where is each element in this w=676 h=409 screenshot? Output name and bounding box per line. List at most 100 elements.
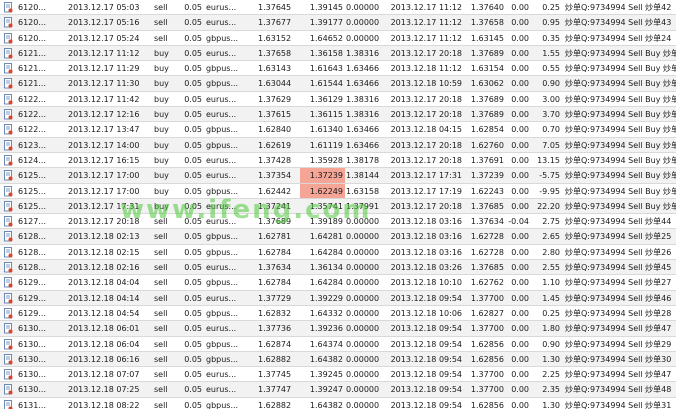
commission-cell: 0.00 bbox=[511, 155, 529, 165]
symbol-cell: eurus... bbox=[206, 48, 237, 58]
table-row[interactable]: 6131... 2013.12.18 08:22 sell 0.05 gbpus... 1… bbox=[0, 397, 676, 409]
table-row[interactable]: 6122... 2013.12.17 12:16 buy 0.05 eurus... 1.… bbox=[0, 107, 676, 123]
stop-loss-cell: 1.39229 bbox=[309, 293, 343, 303]
table-row[interactable]: 6129... 2013.12.18 04:14 sell 0.05 eurus... 1… bbox=[0, 290, 676, 306]
comment-cell: 炒单Q:9734994 Sell Buy 炒单 bbox=[565, 125, 676, 135]
take-profit-cell: 1.38316 bbox=[346, 94, 379, 104]
table-row[interactable]: 6120... 2013.12.17 05:03 sell 0.05 eurus... 1… bbox=[0, 0, 676, 16]
volume-cell: 0.05 bbox=[184, 186, 202, 196]
comment-cell: 炒单Q:9734994 Sell 炒单24 bbox=[565, 33, 672, 43]
open-time-cell: 2013.12.17 11:30 bbox=[68, 79, 140, 89]
profit-cell: 0.55 bbox=[542, 64, 560, 74]
type-cell: buy bbox=[154, 48, 169, 58]
table-row[interactable]: 6121... 2013.12.17 11:30 buy 0.05 gbpus... 1.… bbox=[0, 76, 676, 92]
table-row[interactable]: 6130... 2013.12.18 07:25 sell 0.05 eurus... 1… bbox=[0, 382, 676, 398]
comment-cell: 炒单Q:9734994 Sell 炒单29 bbox=[565, 339, 672, 349]
open-time-cell: 2013.12.17 11:12 bbox=[68, 48, 140, 58]
table-row[interactable]: 6121... 2013.12.17 11:29 buy 0.05 gbpus... 1.… bbox=[0, 61, 676, 77]
type-cell: buy bbox=[154, 94, 169, 104]
table-row[interactable]: 6123... 2013.12.17 14:00 buy 0.05 gbpus... 1.… bbox=[0, 137, 676, 153]
type-cell: buy bbox=[154, 110, 169, 120]
profit-cell: 7.05 bbox=[542, 140, 560, 150]
table-row[interactable]: 6121... 2013.12.17 11:12 buy 0.05 eurus... 1.… bbox=[0, 45, 676, 62]
order-document-icon bbox=[2, 76, 15, 90]
order-document-icon bbox=[2, 61, 15, 75]
close-time-cell: 2013.12.18 09:54 bbox=[390, 324, 462, 334]
table-row[interactable]: 6120... 2013.12.17 05:16 sell 0.05 eurus... 1… bbox=[0, 15, 676, 31]
comment-cell: 炒单Q:9734994 Sell Buy 炒单 bbox=[565, 48, 676, 58]
comment-cell: 炒单Q:9734994 Sell 炒单44 bbox=[565, 217, 672, 227]
take-profit-cell: 1.37991 bbox=[346, 201, 379, 211]
stop-loss-cell: 1.64332 bbox=[309, 308, 343, 318]
ticket-cell: 6121... bbox=[18, 64, 46, 74]
comment-cell: 炒单Q:9734994 Sell Buy 炒单 bbox=[565, 186, 676, 196]
table-row[interactable]: 6125... 2013.12.17 17:00 buy 0.05 eurus... 1.… bbox=[0, 168, 676, 184]
symbol-cell: gbpus... bbox=[206, 232, 239, 242]
table-row[interactable]: 6129... 2013.12.18 04:04 sell 0.05 gbpus... 1… bbox=[0, 275, 676, 291]
profit-cell: 0.25 bbox=[542, 308, 560, 318]
profit-cell: 2.35 bbox=[542, 385, 560, 395]
order-document-icon bbox=[2, 92, 15, 106]
commission-cell: 0.00 bbox=[511, 263, 529, 273]
ticket-cell: 6125... bbox=[18, 201, 46, 211]
table-row[interactable]: 6130... 2013.12.18 06:16 sell 0.05 gbpus... 1… bbox=[0, 351, 676, 368]
ticket-cell: 6127... bbox=[18, 217, 46, 227]
ticket-cell: 6121... bbox=[18, 48, 46, 58]
take-profit-cell: 0.00000 bbox=[346, 247, 379, 257]
table-row[interactable]: 6120... 2013.12.17 05:24 sell 0.05 gbpus... 1… bbox=[0, 30, 676, 46]
commission-cell: 0.00 bbox=[511, 171, 529, 181]
type-cell: buy bbox=[154, 125, 169, 135]
comment-cell: 炒单Q:9734994 Sell Buy 炒单 bbox=[565, 201, 676, 211]
comment-cell: 炒单Q:9734994 Sell 炒单45 bbox=[565, 263, 672, 273]
profit-cell: 0.70 bbox=[542, 125, 560, 135]
take-profit-cell: 1.63158 bbox=[346, 186, 379, 196]
table-row[interactable]: 6125... 2013.12.17 17:31 buy 0.05 eurus... 1.… bbox=[0, 198, 676, 215]
profit-cell: 1.55 bbox=[542, 48, 560, 58]
close-time-cell: 2013.12.18 04:15 bbox=[390, 125, 462, 135]
table-row[interactable]: 6124... 2013.12.17 16:15 buy 0.05 eurus... 1.… bbox=[0, 152, 676, 169]
order-document-icon bbox=[2, 0, 15, 14]
commission-cell: 0.00 bbox=[511, 64, 529, 74]
table-row[interactable]: 6122... 2013.12.17 13:47 buy 0.05 gbpus... 1.… bbox=[0, 122, 676, 138]
profit-cell: 2.25 bbox=[542, 370, 560, 380]
table-row[interactable]: 6128... 2013.12.18 02:15 sell 0.05 gbpus... 1… bbox=[0, 244, 676, 261]
open-price-cell: 1.63143 bbox=[258, 64, 292, 74]
commission-cell: 0.00 bbox=[511, 385, 529, 395]
close-time-cell: 2013.12.18 09:54 bbox=[390, 293, 462, 303]
table-row[interactable]: 6130... 2013.12.18 06:01 sell 0.05 eurus... 1… bbox=[0, 321, 676, 337]
table-row[interactable]: 6128... 2013.12.18 02:13 sell 0.05 gbpus... 1… bbox=[0, 229, 676, 245]
table-row[interactable]: 6129... 2013.12.18 04:54 sell 0.05 gbpus... 1… bbox=[0, 305, 676, 322]
table-row[interactable]: 6128... 2013.12.18 02:16 sell 0.05 eurus... 1… bbox=[0, 260, 676, 276]
open-price-cell: 1.37745 bbox=[258, 370, 292, 380]
take-profit-cell: 0.00000 bbox=[346, 3, 379, 12]
close-time-cell: 2013.12.18 10:06 bbox=[390, 308, 462, 318]
symbol-cell: eurus... bbox=[206, 201, 237, 211]
close-time-cell: 2013.12.18 03:16 bbox=[390, 217, 462, 227]
comment-cell: 炒单Q:9734994 Sell Buy 炒单 bbox=[565, 64, 676, 74]
take-profit-cell: 1.38316 bbox=[346, 110, 379, 120]
volume-cell: 0.05 bbox=[184, 247, 202, 257]
ticket-cell: 6130... bbox=[18, 354, 46, 364]
type-cell: sell bbox=[154, 217, 168, 227]
type-cell: buy bbox=[154, 140, 169, 150]
take-profit-cell: 1.63466 bbox=[346, 140, 379, 150]
symbol-cell: gbpus... bbox=[206, 125, 239, 135]
table-row[interactable]: 6122... 2013.12.17 11:42 buy 0.05 eurus... 1.… bbox=[0, 91, 676, 108]
table-row[interactable]: 6130... 2013.12.18 06:04 sell 0.05 gbpus... 1… bbox=[0, 336, 676, 352]
table-row[interactable]: 6125... 2013.12.17 17:00 buy 0.05 gbpus... 1.… bbox=[0, 183, 676, 199]
take-profit-cell: 0.00000 bbox=[346, 354, 379, 364]
order-document-icon bbox=[2, 15, 15, 29]
symbol-cell: gbpus... bbox=[206, 308, 239, 318]
volume-cell: 0.05 bbox=[184, 278, 202, 288]
open-time-cell: 2013.12.17 13:47 bbox=[68, 125, 140, 135]
comment-cell: 炒单Q:9734994 Sell 炒单47 bbox=[565, 324, 672, 334]
open-price-cell: 1.37615 bbox=[258, 110, 292, 120]
stop-loss-cell: 1.35741 bbox=[309, 201, 343, 211]
table-row[interactable]: 6130... 2013.12.18 07:07 sell 0.05 eurus... 1… bbox=[0, 367, 676, 383]
table-row[interactable]: 6127... 2013.12.17 20:18 sell 0.05 eurus... 1… bbox=[0, 214, 676, 230]
ticket-cell: 6122... bbox=[18, 110, 46, 120]
symbol-cell: gbpus... bbox=[206, 186, 239, 196]
commission-cell: 0.00 bbox=[511, 308, 529, 318]
close-time-cell: 2013.12.18 03:26 bbox=[390, 263, 462, 273]
comment-cell: 炒单Q:9734994 Sell Buy 炒单 bbox=[565, 110, 676, 120]
